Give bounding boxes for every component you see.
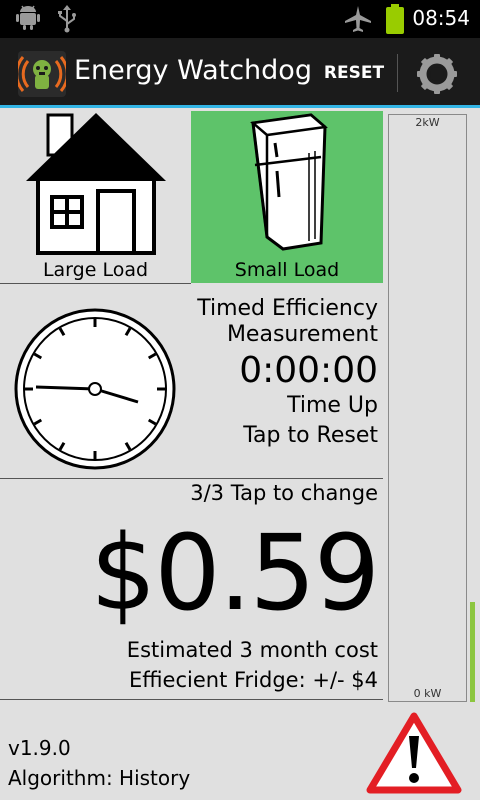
fridge-icon <box>250 113 328 251</box>
clock-icon[interactable] <box>14 308 176 470</box>
power-meter: 2kW 0 kW <box>388 114 467 702</box>
battery-icon <box>386 4 404 34</box>
timer-title-line1: Timed Efficiency <box>197 296 378 321</box>
status-bar: 08:54 <box>0 0 480 38</box>
app-logo-icon[interactable] <box>18 51 66 97</box>
timer-title-line2: Measurement <box>226 322 378 347</box>
android-debug-icon <box>16 5 40 30</box>
meter-max-label: 2kW <box>415 116 440 129</box>
cost-divider <box>0 699 383 700</box>
airplane-mode-icon <box>345 6 371 32</box>
large-load-button[interactable]: Large Load <box>0 111 191 283</box>
small-load-label: Small Load <box>234 259 340 281</box>
timer-divider <box>0 478 383 479</box>
large-load-label: Large Load <box>42 259 149 281</box>
timer-status-line1: Time Up <box>287 393 378 418</box>
action-divider <box>397 54 398 92</box>
meter-level-bar <box>470 602 475 702</box>
settings-icon[interactable] <box>414 51 460 97</box>
cost-label-line1: Estimated 3 month cost <box>126 638 378 662</box>
cost-mode-toggle[interactable]: 3/3 Tap to change <box>190 481 378 505</box>
cost-amount[interactable]: $0.59 <box>90 512 380 634</box>
action-bar: Energy Watchdog RESET <box>0 38 480 108</box>
cost-label-line2: Effiecient Fridge: +/- $4 <box>128 668 378 692</box>
house-icon <box>26 113 166 255</box>
reset-button[interactable]: RESET <box>318 38 390 108</box>
small-load-button[interactable]: Small Load <box>191 111 383 283</box>
timer-status-line2[interactable]: Tap to Reset <box>243 423 378 448</box>
timer-elapsed[interactable]: 0:00:00 <box>239 350 378 391</box>
load-divider <box>0 283 191 284</box>
warning-icon[interactable] <box>366 712 462 794</box>
usb-icon <box>58 5 76 33</box>
algorithm-text: Algorithm: History <box>8 766 191 790</box>
version-text: v1.9.0 <box>8 736 71 760</box>
app-title: Energy Watchdog <box>74 55 312 86</box>
meter-min-label: 0 kW <box>413 687 442 700</box>
status-time: 08:54 <box>412 6 470 30</box>
